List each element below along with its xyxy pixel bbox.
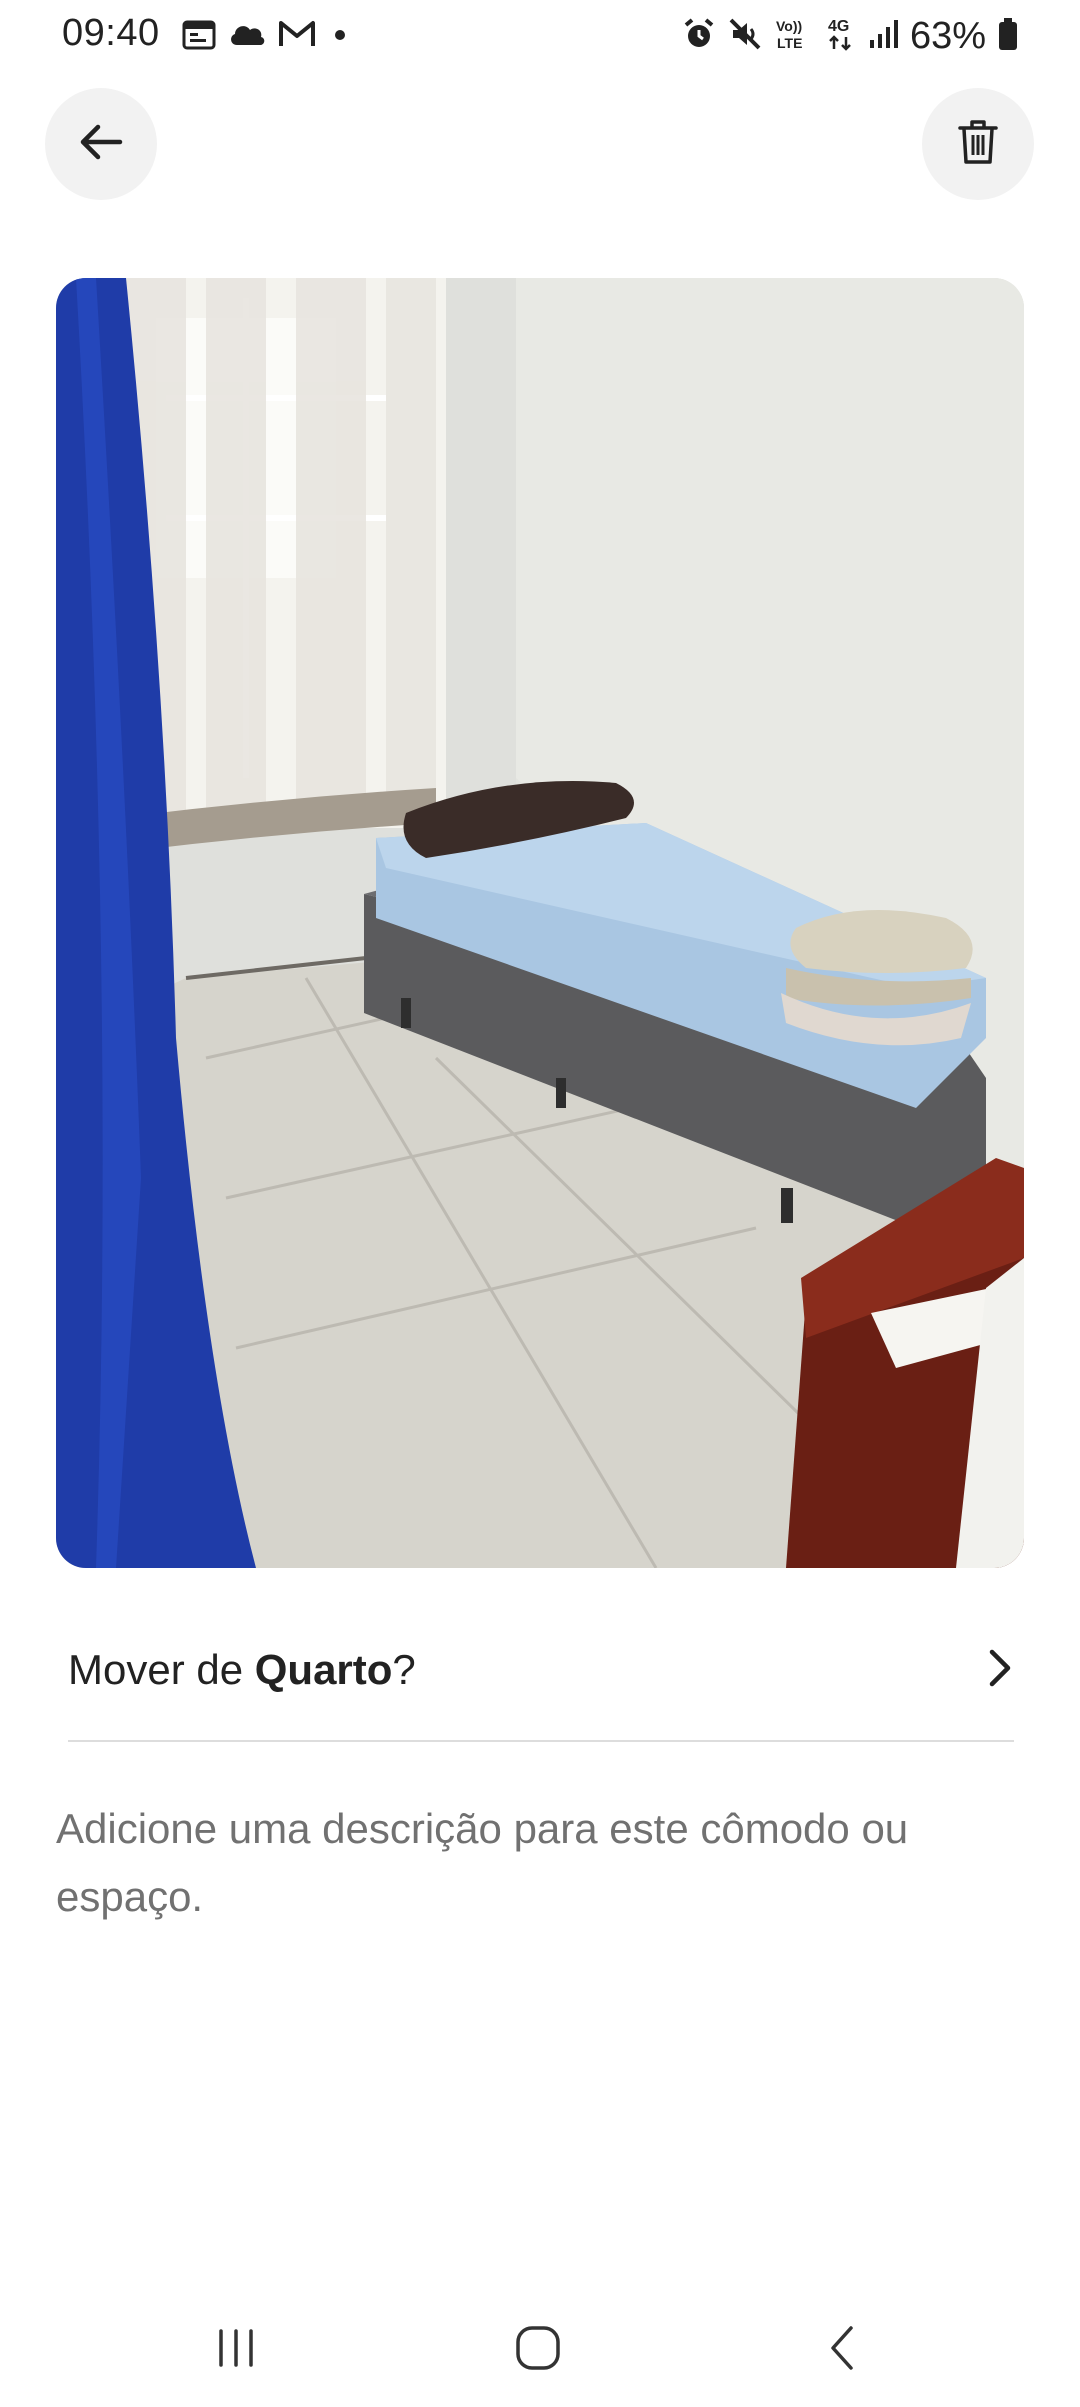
status-left-icons: [182, 16, 352, 56]
home-button[interactable]: [488, 2320, 588, 2380]
description-field[interactable]: Adicione uma descrição para este cômodo …: [56, 1795, 1016, 1931]
move-room-name: Quarto: [254, 1646, 393, 1693]
4g-data-icon: 4G: [824, 15, 856, 58]
move-room-prefix: Mover de: [68, 1646, 255, 1693]
volte-icon: Vo)) LTE: [774, 16, 812, 57]
recents-icon: [213, 2328, 259, 2373]
alarm-icon: [682, 17, 716, 56]
move-room-row[interactable]: Mover de Quarto?: [68, 1620, 1014, 1720]
chevron-right-icon: [986, 1648, 1014, 1693]
nav-back-button[interactable]: [792, 2320, 892, 2380]
svg-text:LTE: LTE: [777, 35, 802, 51]
battery-percent: 63%: [909, 14, 986, 57]
svg-text:4G: 4G: [828, 18, 849, 35]
svg-text:Vo)): Vo)): [776, 18, 802, 34]
delete-button[interactable]: [922, 88, 1034, 200]
signal-icon: [868, 18, 898, 55]
move-room-suffix: ?: [392, 1646, 416, 1693]
home-icon: [514, 2324, 562, 2377]
gmail-icon: [278, 19, 316, 54]
notification-dot-icon: [328, 22, 352, 51]
recents-button[interactable]: [186, 2320, 286, 2380]
trash-icon: [958, 119, 998, 170]
bedroom-photo[interactable]: [56, 278, 1024, 1568]
cloud-icon: [228, 21, 266, 52]
mute-icon: [728, 17, 762, 56]
move-room-label: Mover de Quarto?: [68, 1646, 416, 1694]
status-right-icons: Vo)) LTE 4G 63%: [682, 12, 1018, 60]
back-icon: [827, 2324, 857, 2377]
status-time: 09:40: [62, 12, 160, 54]
calendar-icon: [182, 18, 216, 55]
back-button[interactable]: [45, 88, 157, 200]
divider: [68, 1740, 1014, 1742]
system-nav-bar: [0, 2280, 1080, 2407]
status-bar: 09:40 Vo)) LTE 4G 63%: [0, 0, 1080, 72]
arrow-left-icon: [78, 122, 124, 167]
battery-icon: [998, 17, 1018, 56]
